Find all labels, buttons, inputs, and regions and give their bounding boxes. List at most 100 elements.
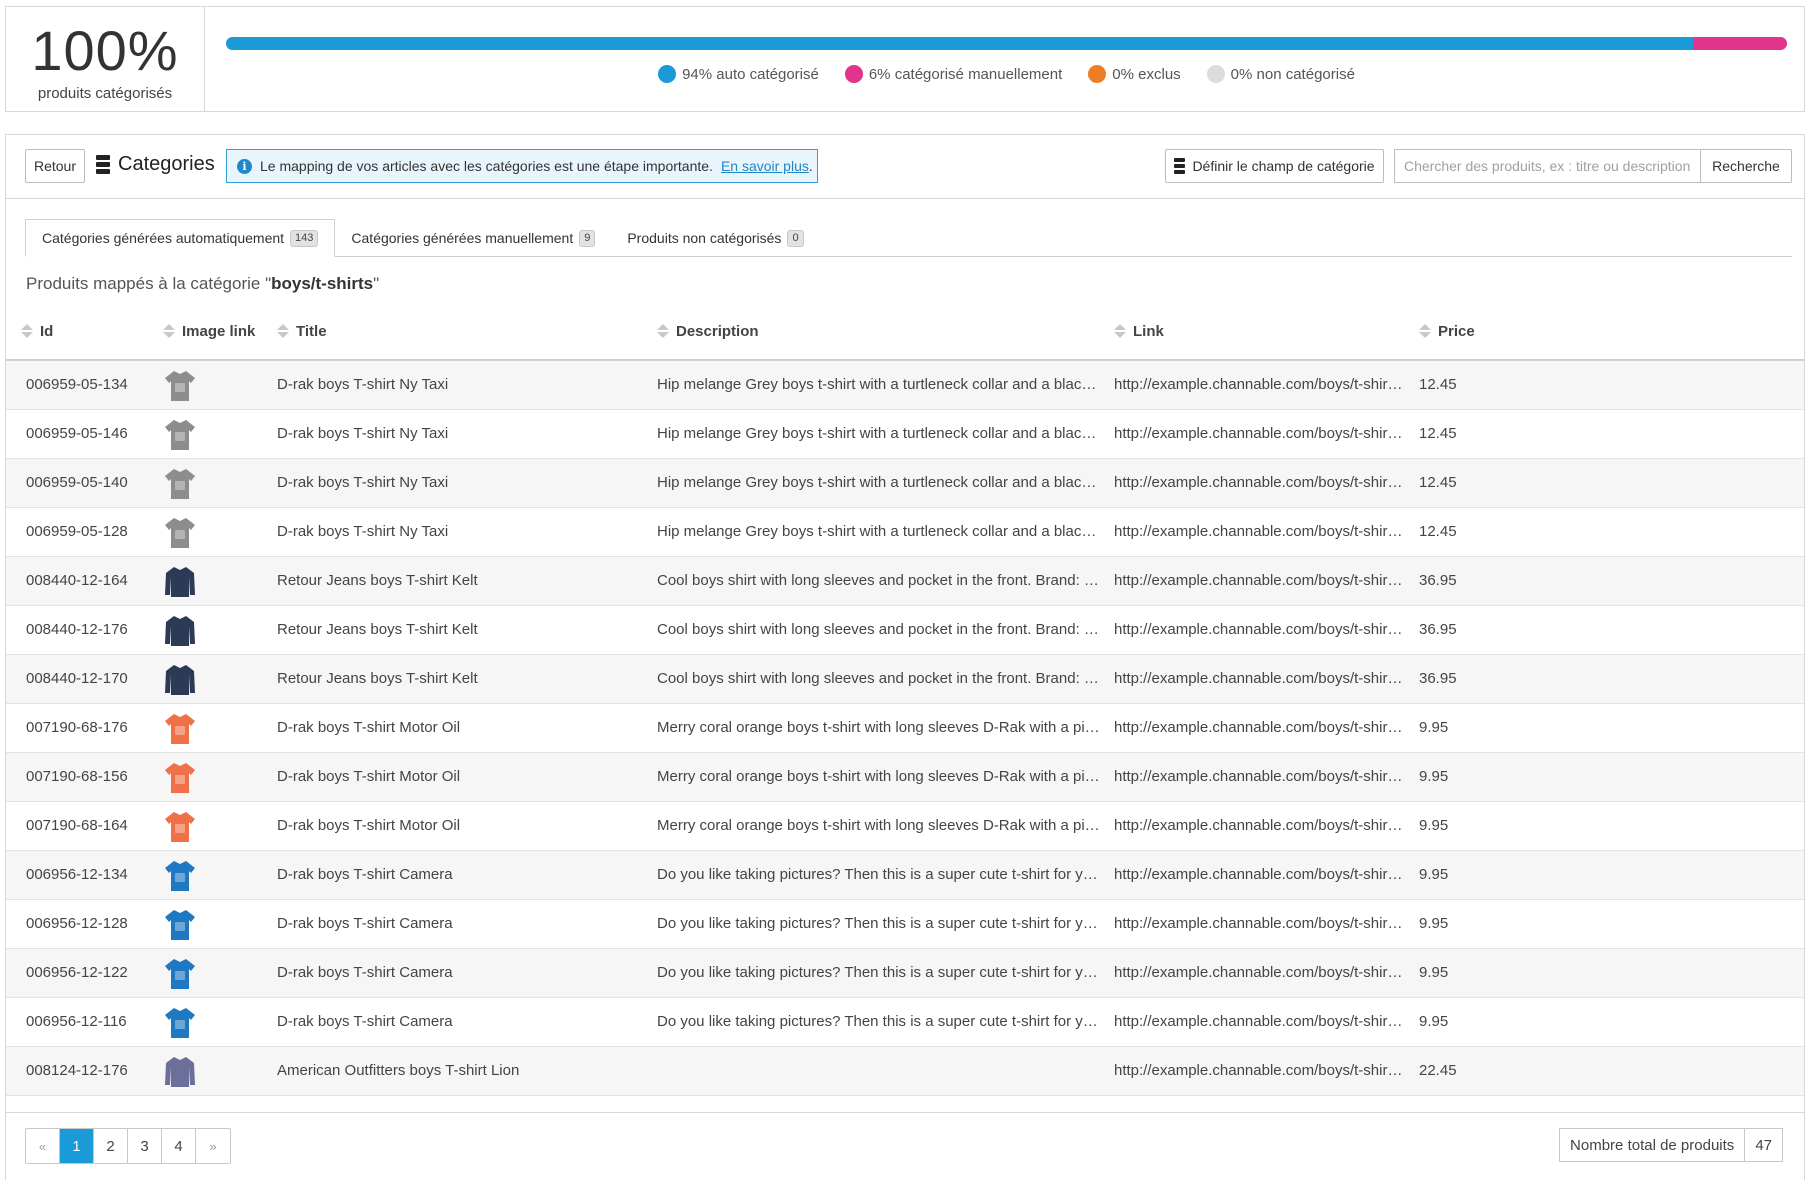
cell-description: Cool boys shirt with long sleeves and po… bbox=[657, 556, 1114, 606]
categories-panel: Retour Categories i Le mapping de vos ar… bbox=[5, 134, 1805, 1180]
legend-item-uncategorized: 0% non catégorisé bbox=[1206, 65, 1355, 83]
cell-link: http://example.channable.com/boys/t-shir… bbox=[1114, 507, 1419, 557]
mapped-suffix: " bbox=[373, 274, 380, 293]
cell-link: http://example.channable.com/boys/t-shir… bbox=[1114, 899, 1419, 949]
cell-id: 006956-12-116 bbox=[6, 997, 163, 1047]
tab-manual-categories[interactable]: Catégories générées manuellement 9 bbox=[335, 219, 611, 257]
cell-image bbox=[163, 850, 277, 900]
cell-id: 007190-68-164 bbox=[6, 801, 163, 851]
cell-id: 008124-12-176 bbox=[6, 1046, 163, 1096]
product-thumbnail-blue-tshirt bbox=[163, 857, 263, 893]
cell-description: Cool boys shirt with long sleeves and po… bbox=[657, 605, 1114, 655]
product-thumbnail-lavender-longsleeve bbox=[163, 1053, 263, 1089]
cell-description: Do you like taking pictures? Then this i… bbox=[657, 997, 1114, 1047]
table-row[interactable]: 007190-68-164 D-rak boys T-shirt Motor Oi… bbox=[6, 801, 1804, 851]
progress-legend: 94% auto catégorisé 6% catégorisé manuell… bbox=[226, 65, 1787, 83]
cell-image bbox=[163, 703, 277, 753]
column-header-description[interactable]: Description bbox=[657, 303, 1114, 361]
product-thumbnail-navy-longsleeve bbox=[163, 612, 263, 648]
cell-title: American Outfitters boys T-shirt Lion bbox=[277, 1046, 657, 1096]
products-table-body: 006959-05-134 D-rak boys T-shirt Ny Taxi H… bbox=[6, 360, 1804, 1096]
cell-title: D-rak boys T-shirt Ny Taxi bbox=[277, 458, 657, 508]
cell-title: D-rak boys T-shirt Motor Oil bbox=[277, 752, 657, 802]
table-row[interactable]: 006959-05-146 D-rak boys T-shirt Ny Taxi H… bbox=[6, 409, 1804, 459]
cell-title: D-rak boys T-shirt Ny Taxi bbox=[277, 360, 657, 410]
product-thumbnail-blue-tshirt bbox=[163, 906, 263, 942]
pagination-page-1[interactable]: 1 bbox=[60, 1129, 94, 1163]
cell-title: D-rak boys T-shirt Motor Oil bbox=[277, 801, 657, 851]
cell-description: Hip melange Grey boys t-shirt with a tur… bbox=[657, 409, 1114, 459]
table-row[interactable]: 006959-05-134 D-rak boys T-shirt Ny Taxi H… bbox=[6, 360, 1804, 410]
cell-link: http://example.channable.com/boys/t-shir… bbox=[1114, 1046, 1419, 1096]
cell-image bbox=[163, 507, 277, 557]
table-row[interactable]: 006959-05-128 D-rak boys T-shirt Ny Taxi H… bbox=[6, 507, 1804, 557]
tab-count-badge: 0 bbox=[787, 229, 804, 247]
define-category-field-label: Définir le champ de catégorie bbox=[1192, 158, 1375, 174]
pagination-page-3[interactable]: 3 bbox=[128, 1129, 162, 1163]
column-header-image-link[interactable]: Image link bbox=[163, 303, 277, 361]
legend-item-auto: 94% auto catégorisé bbox=[658, 65, 819, 83]
table-row[interactable]: 007190-68-176 D-rak boys T-shirt Motor Oi… bbox=[6, 703, 1804, 753]
table-row[interactable]: 006959-05-140 D-rak boys T-shirt Ny Taxi H… bbox=[6, 458, 1804, 508]
cell-price: 9.95 bbox=[1419, 997, 1804, 1047]
cell-image bbox=[163, 409, 277, 459]
table-row[interactable]: 006956-12-128 D-rak boys T-shirt Camera Do… bbox=[6, 899, 1804, 949]
column-label: Link bbox=[1133, 322, 1164, 340]
legend-item-excluded: 0% exclus bbox=[1088, 65, 1181, 83]
pagination-prev-button[interactable]: « bbox=[26, 1129, 60, 1163]
cell-price: 36.95 bbox=[1419, 605, 1804, 655]
mapped-category-name: boys/t-shirts bbox=[271, 274, 374, 293]
legend-label: 94% auto catégorisé bbox=[682, 65, 819, 83]
cell-link: http://example.channable.com/boys/t-shir… bbox=[1114, 409, 1419, 459]
cell-price: 9.95 bbox=[1419, 850, 1804, 900]
mapped-category-heading: Produits mappés à la catégorie "boys/t-s… bbox=[26, 274, 379, 294]
pagination-next-button[interactable]: » bbox=[196, 1129, 230, 1163]
product-thumbnail-blue-tshirt bbox=[163, 1004, 263, 1040]
cell-id: 006959-05-140 bbox=[6, 458, 163, 508]
tab-count-badge: 143 bbox=[290, 229, 319, 247]
product-thumbnail-grey-tshirt bbox=[163, 367, 263, 403]
table-row[interactable]: 008124-12-176 American Outfitters boys T-… bbox=[6, 1046, 1804, 1096]
legend-item-manual: 6% catégorisé manuellement bbox=[844, 65, 1063, 83]
legend-dot-icon bbox=[1206, 65, 1225, 83]
column-header-title[interactable]: Title bbox=[277, 303, 657, 361]
legend-label: 6% catégorisé manuellement bbox=[868, 65, 1063, 83]
cell-id: 007190-68-156 bbox=[6, 752, 163, 802]
cell-description: Do you like taking pictures? Then this i… bbox=[657, 948, 1114, 998]
column-header-price[interactable]: Price bbox=[1419, 303, 1804, 361]
table-row[interactable]: 006956-12-116 D-rak boys T-shirt Camera Do… bbox=[6, 997, 1804, 1047]
cell-image bbox=[163, 997, 277, 1047]
column-header-link[interactable]: Link bbox=[1114, 303, 1419, 361]
pagination-page-4[interactable]: 4 bbox=[162, 1129, 196, 1163]
sort-icon bbox=[1114, 324, 1126, 338]
cell-price: 36.95 bbox=[1419, 654, 1804, 704]
cell-id: 008440-12-176 bbox=[6, 605, 163, 655]
column-label: Description bbox=[676, 322, 759, 340]
tab-auto-categories[interactable]: Catégories générées automatiquement 143 bbox=[25, 219, 336, 257]
back-button[interactable]: Retour bbox=[25, 149, 85, 183]
progress-segment-manual bbox=[1693, 37, 1787, 50]
table-row[interactable]: 008440-12-170 Retour Jeans boys T-shirt K… bbox=[6, 654, 1804, 704]
search-button[interactable]: Recherche bbox=[1700, 149, 1792, 183]
cell-price: 12.45 bbox=[1419, 458, 1804, 508]
table-row[interactable]: 007190-68-156 D-rak boys T-shirt Motor Oi… bbox=[6, 752, 1804, 802]
table-row[interactable]: 008440-12-164 Retour Jeans boys T-shirt K… bbox=[6, 556, 1804, 606]
product-search-input[interactable] bbox=[1394, 149, 1701, 183]
pagination-page-2[interactable]: 2 bbox=[94, 1129, 128, 1163]
define-category-field-button[interactable]: Définir le champ de catégorie bbox=[1165, 149, 1384, 183]
cell-image bbox=[163, 556, 277, 606]
cell-title: D-rak boys T-shirt Camera bbox=[277, 997, 657, 1047]
cell-link: http://example.channable.com/boys/t-shir… bbox=[1114, 703, 1419, 753]
cell-id: 008440-12-164 bbox=[6, 556, 163, 606]
page-title-text: Categories bbox=[118, 153, 215, 175]
table-row[interactable]: 006956-12-122 D-rak boys T-shirt Camera Do… bbox=[6, 948, 1804, 998]
table-row[interactable]: 008440-12-176 Retour Jeans boys T-shirt K… bbox=[6, 605, 1804, 655]
tab-uncategorized-products[interactable]: Produits non catégorisés 0 bbox=[611, 219, 819, 257]
cell-link: http://example.channable.com/boys/t-shir… bbox=[1114, 948, 1419, 998]
product-thumbnail-coral-tshirt bbox=[163, 759, 263, 795]
table-row[interactable]: 006956-12-134 D-rak boys T-shirt Camera Do… bbox=[6, 850, 1804, 900]
learn-more-link[interactable]: En savoir plus bbox=[721, 158, 809, 174]
cell-link: http://example.channable.com/boys/t-shir… bbox=[1114, 360, 1419, 410]
product-thumbnail-grey-tshirt bbox=[163, 514, 263, 550]
column-header-id[interactable]: Id bbox=[6, 303, 163, 361]
